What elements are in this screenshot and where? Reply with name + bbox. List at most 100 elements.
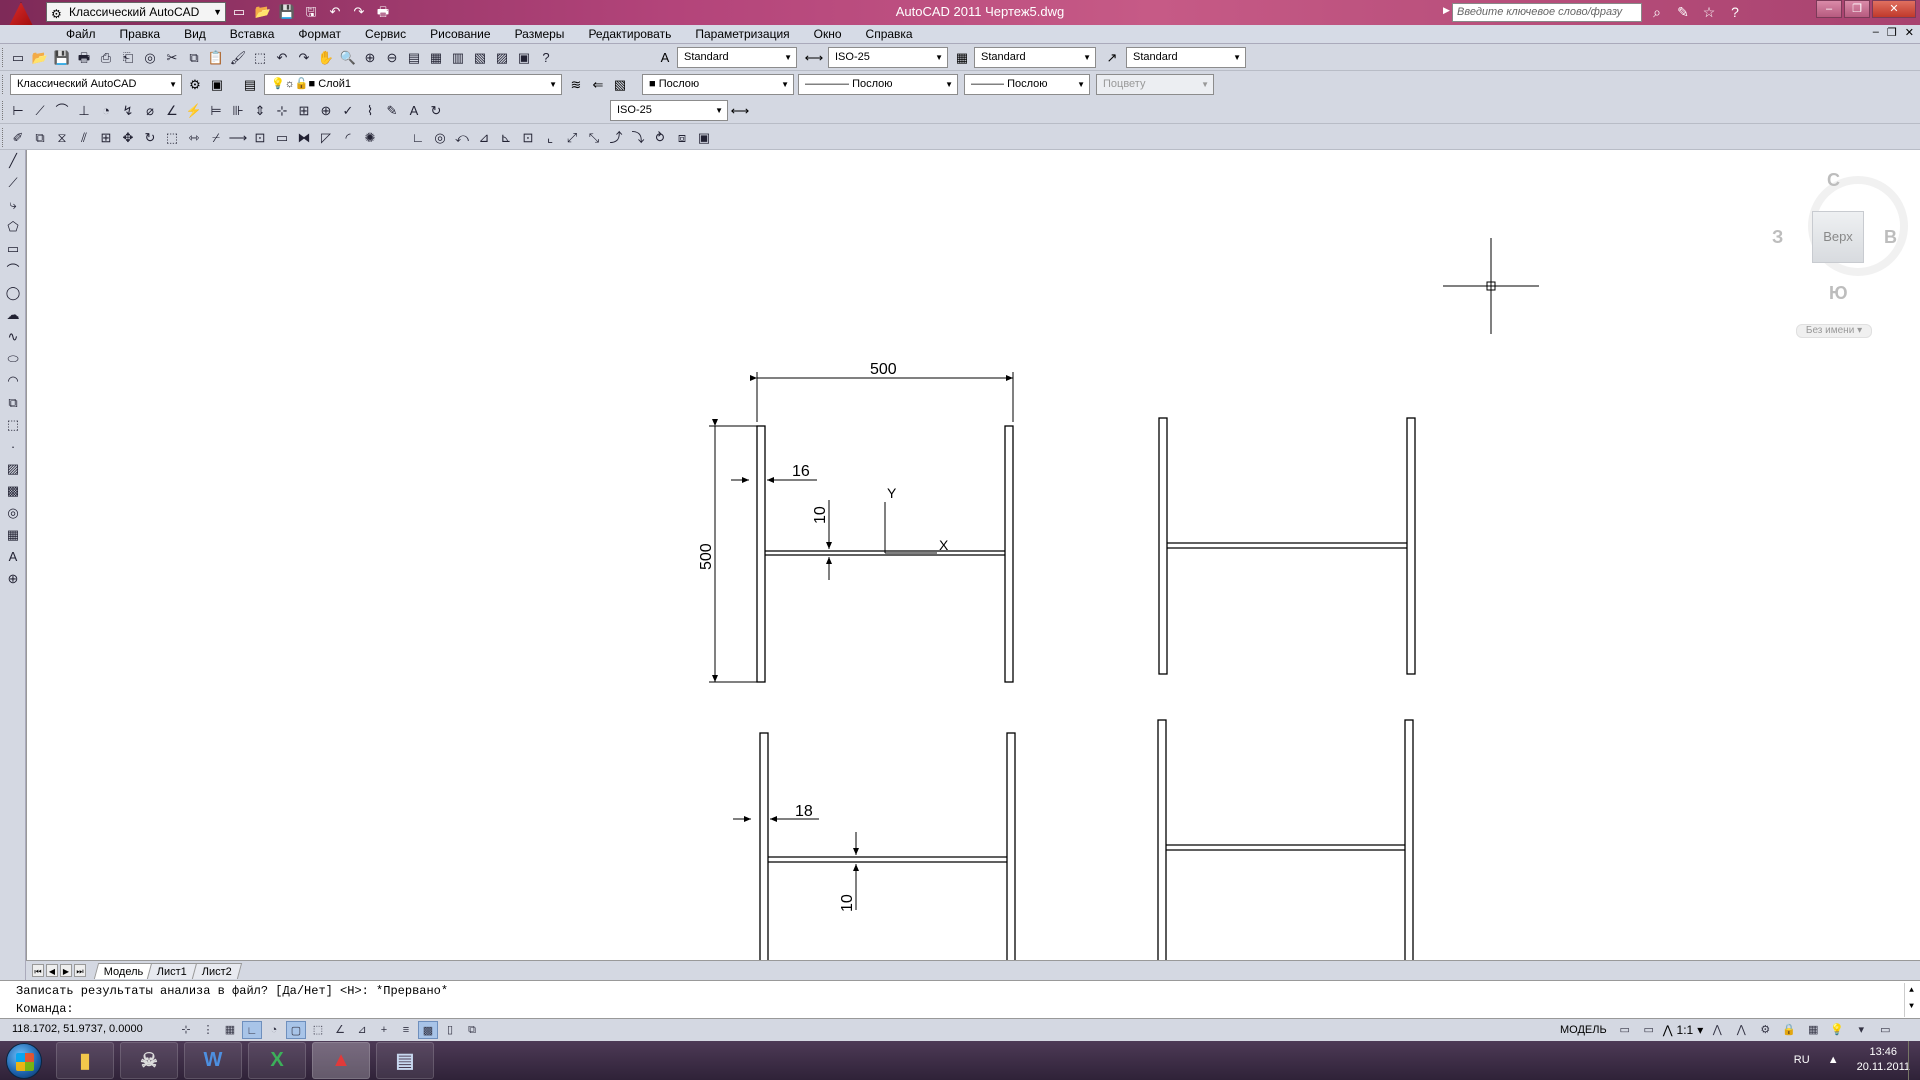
customize-icon[interactable]: ▣ <box>207 75 227 94</box>
line-icon[interactable]: ╱ <box>0 150 26 172</box>
dim-radius-icon[interactable]: ◔ <box>96 101 116 120</box>
insert-block-icon[interactable]: ⧉ <box>0 392 26 414</box>
paste-icon[interactable]: 📋 <box>206 48 226 67</box>
clean-screen-icon[interactable]: ▭ <box>1875 1021 1895 1039</box>
quick-dim-icon[interactable]: ⚡ <box>184 101 204 120</box>
preview-icon[interactable]: ⎙ <box>96 48 116 67</box>
drawing-canvas[interactable]: 500 500 16 10 18 10 Y X <box>26 150 1920 960</box>
print-icon[interactable]: 🖶 <box>74 48 94 67</box>
autocad-app-icon[interactable]: ▲ <box>312 1042 370 1079</box>
mirror-icon[interactable]: ⧖ <box>52 128 72 147</box>
ucs-face-icon[interactable]: ⊿ <box>474 128 494 147</box>
menu-window[interactable]: Окно <box>802 27 854 42</box>
ucs-zaxis-icon[interactable]: ⤢ <box>562 128 582 147</box>
save-icon[interactable]: 💾 <box>52 48 72 67</box>
move-icon[interactable]: ✥ <box>118 128 138 147</box>
search-expand-icon[interactable]: ▶ <box>1443 5 1450 16</box>
workspace-switching-icon[interactable]: ⚙ <box>1755 1021 1775 1039</box>
help-icon[interactable]: ? <box>1724 2 1746 22</box>
stretch-icon[interactable]: ⇿ <box>184 128 204 147</box>
array-icon[interactable]: ⊞ <box>96 128 116 147</box>
annotation-visibility-icon[interactable]: ⋀ <box>1707 1021 1727 1039</box>
region-icon[interactable]: ◎ <box>0 502 26 524</box>
toolbar-grip[interactable] <box>2 75 5 94</box>
polar-icon[interactable]: ◔ <box>264 1021 284 1039</box>
help-icon[interactable]: ? <box>536 48 556 67</box>
show-desktop-button[interactable] <box>1908 1041 1920 1080</box>
ellipse-arc-icon[interactable]: ◠ <box>0 370 26 392</box>
polygon-icon[interactable]: ⬠ <box>0 216 26 238</box>
dim-update-icon[interactable]: ↻ <box>426 101 446 120</box>
zoom-previous-icon[interactable]: ⊖ <box>382 48 402 67</box>
snap-icon[interactable]: ⋮ <box>198 1021 218 1039</box>
trim-icon[interactable]: ⌿ <box>206 128 226 147</box>
tolerance-icon[interactable]: ⊞ <box>294 101 314 120</box>
binoculars-icon[interactable]: ⌕ <box>1646 2 1668 22</box>
rotate-icon[interactable]: ↻ <box>140 128 160 147</box>
inspection-icon[interactable]: ✓ <box>338 101 358 120</box>
doc-close-icon[interactable]: ✕ <box>1905 26 1914 39</box>
ucs-y-icon[interactable]: ⤵ <box>628 128 648 147</box>
dim-continue-icon[interactable]: ⊪ <box>228 101 248 120</box>
h-profile-bottom-right[interactable] <box>1157 719 1414 960</box>
menu-tools[interactable]: Сервис <box>353 27 418 42</box>
named-ucs-icon[interactable]: ▣ <box>694 128 714 147</box>
grid-icon[interactable]: ▦ <box>220 1021 240 1039</box>
dim-diameter-icon[interactable]: ⌀ <box>140 101 160 120</box>
otrack-icon[interactable]: ∠ <box>330 1021 350 1039</box>
menu-help[interactable]: Справка <box>854 27 925 42</box>
alien-app-icon[interactable]: ☠ <box>120 1042 178 1079</box>
quick-properties-icon[interactable]: ▯ <box>440 1021 460 1039</box>
dyn-input-icon[interactable]: + <box>374 1021 394 1039</box>
tab-layout1[interactable]: Лист1 <box>147 963 198 979</box>
clock[interactable]: 13:46 20.11.2011 <box>1857 1045 1910 1075</box>
saveas-icon[interactable]: 🖫 <box>302 3 320 21</box>
dim-height-500[interactable] <box>709 419 757 683</box>
text-style-combo[interactable]: Standard ▼ <box>677 47 797 68</box>
block-editor-icon[interactable]: ⬚ <box>250 48 270 67</box>
folder-app-icon[interactable]: ▮ <box>56 1042 114 1079</box>
open-icon[interactable]: 📂 <box>30 48 50 67</box>
workspace-selector[interactable]: ⚙ Классический AutoCAD ▼ <box>46 2 226 22</box>
ucs-x-icon[interactable]: ⤴ <box>606 128 626 147</box>
tool-palettes-icon[interactable]: ▥ <box>448 48 468 67</box>
markup-icon[interactable]: ▨ <box>492 48 512 67</box>
h-profile-bottom-left[interactable] <box>759 732 1016 960</box>
command-scrollbar[interactable]: ▲ ▼ <box>1904 983 1918 1017</box>
sheet-set-icon[interactable]: ▧ <box>470 48 490 67</box>
menu-dimension[interactable]: Размеры <box>503 27 577 42</box>
ellipse-icon[interactable]: ⬭ <box>0 348 26 370</box>
offset-icon[interactable]: ⫽ <box>74 128 94 147</box>
excel-app-icon[interactable]: X <box>248 1042 306 1079</box>
command-prompt[interactable]: Команда: <box>16 1002 74 1016</box>
properties-icon[interactable]: ▤ <box>404 48 424 67</box>
jogged-linear-icon[interactable]: ⌇ <box>360 101 380 120</box>
menu-format[interactable]: Формат <box>286 27 353 42</box>
lineweight-combo[interactable]: ——— Послою ▼ <box>964 74 1090 95</box>
dim-style-manager-icon[interactable]: ⟷ <box>730 101 750 120</box>
viewcube-south[interactable]: Ю <box>1829 283 1848 304</box>
ucs-z-icon[interactable]: ⥁ <box>650 128 670 147</box>
toolbar-grip[interactable] <box>2 101 5 120</box>
coordinates-readout[interactable]: 118.1702, 51.9737, 0.0000 <box>12 1023 143 1035</box>
explode-icon[interactable]: ✺ <box>360 128 380 147</box>
make-current-icon[interactable]: ≋ <box>566 75 586 94</box>
viewcube-top-face[interactable]: Верх <box>1812 211 1864 263</box>
gradient-icon[interactable]: ▩ <box>0 480 26 502</box>
minimize-icon[interactable]: – <box>1816 0 1842 18</box>
cut-icon[interactable]: ✂ <box>162 48 182 67</box>
layer-states-icon[interactable]: ▧ <box>610 75 630 94</box>
ucs-object-icon[interactable]: ⊾ <box>496 128 516 147</box>
plot-icon[interactable]: 🖶 <box>374 3 392 21</box>
dim-aligned-icon[interactable]: ⟋ <box>30 101 50 120</box>
arc-icon[interactable]: ⌒ <box>0 260 26 282</box>
construction-line-icon[interactable]: ⟋ <box>0 172 26 194</box>
erase-icon[interactable]: ✐ <box>8 128 28 147</box>
polyline-icon[interactable]: ⤷ <box>0 194 26 216</box>
add-selected-icon[interactable]: ⊕ <box>0 568 26 590</box>
command-line[interactable]: Записать результаты анализа в файл? [Да/… <box>0 980 1920 1018</box>
calculator-icon[interactable]: ▣ <box>514 48 534 67</box>
dim-jogged-icon[interactable]: ↯ <box>118 101 138 120</box>
toolbar-grip[interactable] <box>2 128 5 147</box>
fillet-icon[interactable]: ◜ <box>338 128 358 147</box>
